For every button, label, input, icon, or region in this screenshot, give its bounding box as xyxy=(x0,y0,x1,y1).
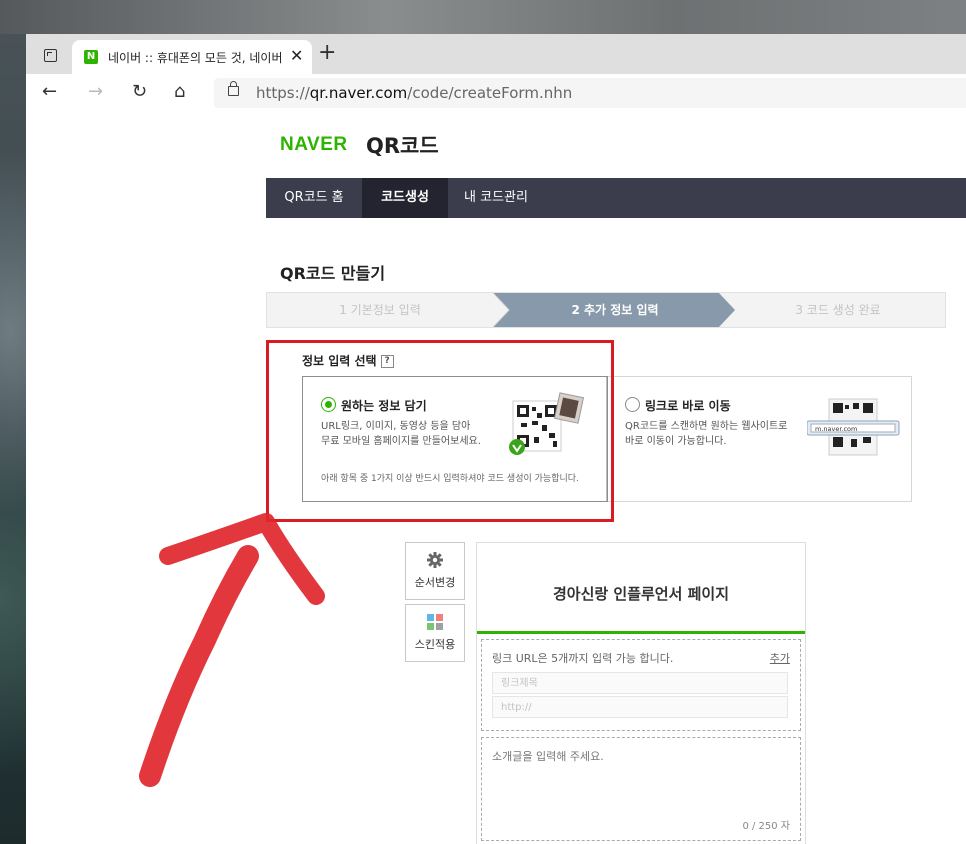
page-title[interactable]: 경아신랑 인플루언서 페이지 xyxy=(477,583,805,604)
reload-icon[interactable]: ↻ xyxy=(132,81,147,102)
tab-bar: N 네이버 :: 휴대폰의 모든 것, 네이버 ✕ + xyxy=(26,34,966,74)
order-change-button[interactable]: 순서변경 xyxy=(405,542,465,600)
nav-qr-home[interactable]: QR코드 홈 xyxy=(266,178,362,218)
naver-logo[interactable]: NAVER xyxy=(280,134,348,156)
home-icon[interactable]: ⌂ xyxy=(174,81,185,102)
page-content: NAVER QR코드 QR코드 홈 코드생성 내 코드관리 QR코드 만들기 1… xyxy=(26,112,966,844)
nav-my-codes[interactable]: 내 코드관리 xyxy=(448,178,544,218)
qr-link-illustration-icon: m.naver.com xyxy=(807,398,900,456)
link-title-input[interactable]: 링크제목 xyxy=(492,672,788,694)
annotation-highlight-box xyxy=(266,340,614,522)
skin-apply-button[interactable]: 스킨적용 xyxy=(405,604,465,662)
skin-apply-label: 스킨적용 xyxy=(414,638,456,651)
radio-direct-link[interactable] xyxy=(625,397,640,412)
step-1: 1 기본정보 입력 xyxy=(339,303,421,317)
tab-actions-icon[interactable] xyxy=(44,49,57,62)
main-nav: QR코드 홈 코드생성 내 코드관리 xyxy=(266,178,966,218)
mobile-page-preview: 경아신랑 인플루언서 페이지 링크 URL은 5개까지 입력 가능 합니다. 추… xyxy=(476,542,806,844)
back-icon[interactable]: ← xyxy=(42,81,57,102)
step-3: 3 코드 생성 완료 xyxy=(795,303,881,317)
nav-create-code[interactable]: 코드생성 xyxy=(362,178,448,218)
intro-textarea[interactable]: 소개글을 입력해 주세요. 0 / 250 자 xyxy=(481,737,801,841)
intro-placeholder: 소개글을 입력해 주세요. xyxy=(492,750,604,763)
add-link-button[interactable]: 추가 xyxy=(770,650,790,666)
section-title: QR코드 만들기 xyxy=(280,264,386,283)
url-text: https://qr.naver.com/code/createForm.nhn xyxy=(256,84,573,102)
address-bar: ← → ↻ ⌂ https://qr.naver.com/code/create… xyxy=(26,74,966,113)
palette-grid-icon xyxy=(427,614,443,630)
order-change-label: 순서변경 xyxy=(414,576,456,589)
service-title[interactable]: QR코드 xyxy=(366,130,439,160)
link-section: 링크 URL은 5개까지 입력 가능 합니다. 추가 링크제목 http:// xyxy=(481,639,801,731)
browser-window: N 네이버 :: 휴대폰의 모든 것, 네이버 ✕ + ← → ↻ ⌂ http… xyxy=(26,34,966,844)
naver-favicon-icon: N xyxy=(84,50,98,64)
new-tab-icon[interactable]: + xyxy=(318,40,336,65)
title-divider xyxy=(477,631,805,634)
char-counter: 0 / 250 자 xyxy=(742,821,790,832)
step-2: 2 추가 정보 입력 xyxy=(571,303,659,317)
browser-tab[interactable]: N 네이버 :: 휴대폰의 모든 것, 네이버 ✕ xyxy=(72,40,312,74)
url-field[interactable]: https://qr.naver.com/code/createForm.nhn xyxy=(214,78,966,108)
link-hint: 링크 URL은 5개까지 입력 가능 합니다. xyxy=(492,652,674,665)
option-link-title[interactable]: 링크로 바로 이동 xyxy=(645,397,731,414)
close-tab-icon[interactable]: ✕ xyxy=(290,46,303,65)
option-link-desc: QR코드를 스캔하면 원하는 웹사이트로 바로 이동이 가능합니다. xyxy=(625,421,788,447)
forward-icon[interactable]: → xyxy=(88,81,103,102)
step-indicator: 1 기본정보 입력 2 추가 정보 입력 3 코드 생성 완료 xyxy=(266,292,946,328)
link-url-input[interactable]: http:// xyxy=(492,696,788,718)
lock-icon xyxy=(228,81,239,96)
gear-icon xyxy=(427,552,443,568)
url-sample-text: m.naver.com xyxy=(815,425,857,433)
tab-title: 네이버 :: 휴대폰의 모든 것, 네이버 xyxy=(108,51,283,65)
desktop-wallpaper-top xyxy=(0,0,966,34)
